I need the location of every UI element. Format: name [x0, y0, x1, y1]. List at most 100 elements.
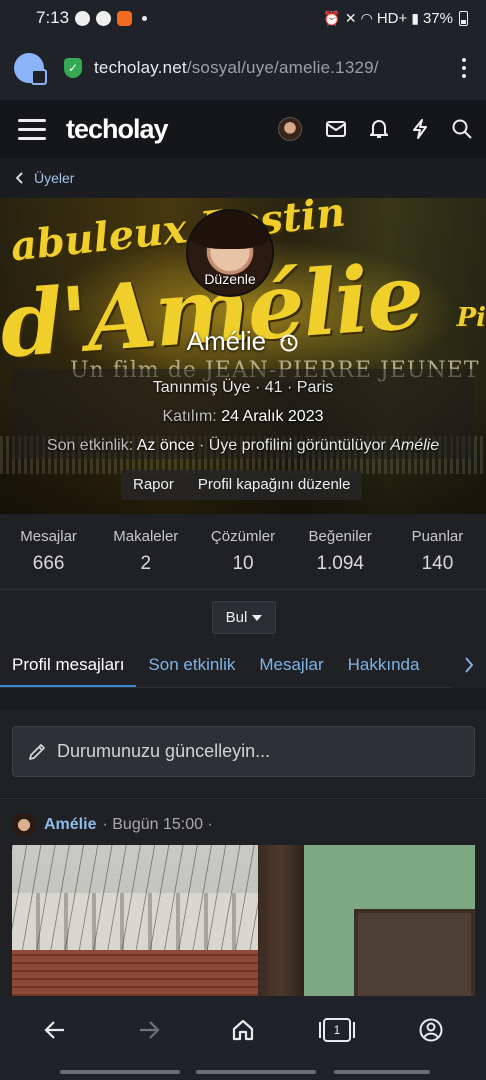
joined-line: Katılım: 24 Aralık 2023: [0, 408, 486, 426]
stat-value: 2: [140, 553, 152, 574]
stat-value: 1.094: [316, 553, 364, 574]
gesture-bar: [60, 1070, 180, 1074]
caret-down-icon: [252, 614, 263, 621]
activity-when: Az önce: [136, 437, 195, 454]
arrow-right-icon: [140, 1021, 160, 1039]
name-history-icon[interactable]: [279, 333, 299, 353]
stat-value: 140: [421, 553, 454, 574]
stat-reactions[interactable]: Beğeniler 1.094: [292, 514, 389, 589]
back-button[interactable]: [35, 1012, 75, 1048]
tab-about[interactable]: Hakkında: [336, 642, 432, 687]
status-placeholder: Durumunuzu güncelleyin...: [57, 741, 271, 761]
alarm-icon: ⏰: [323, 9, 341, 26]
app-notification-icon: [117, 10, 133, 26]
breadcrumb-label: Üyeler: [34, 170, 75, 186]
find-label: Bul: [225, 609, 248, 626]
stat-points[interactable]: Puanlar 140: [389, 514, 486, 589]
site-header: techolay: [0, 100, 486, 158]
whats-new-bolt-icon[interactable]: [412, 119, 428, 139]
activity-target[interactable]: Amélie: [390, 437, 439, 454]
battery-percent: 37%: [422, 9, 453, 27]
notification-icon: [75, 10, 91, 26]
report-button[interactable]: Rapor: [121, 470, 186, 500]
inbox-icon[interactable]: [326, 121, 346, 137]
activity-separator: ·: [194, 437, 209, 454]
chevron-left-icon: [16, 172, 23, 184]
browser-menu-icon[interactable]: [456, 54, 472, 82]
profile-button[interactable]: [411, 1012, 451, 1048]
menu-icon[interactable]: [18, 118, 46, 140]
stat-value: 10: [232, 553, 254, 574]
search-icon[interactable]: [452, 119, 472, 139]
stat-messages[interactable]: Mesajlar 666: [0, 514, 97, 589]
post-time[interactable]: · Bugün 15:00 ·: [102, 816, 212, 834]
tab-profile-posts[interactable]: Profil mesajları: [0, 642, 137, 687]
pencil-icon: [29, 743, 45, 760]
forward-button[interactable]: [129, 1012, 169, 1048]
status-time: 7:13: [36, 8, 70, 27]
status-update-section: Durumunuzu güncelleyin...: [0, 710, 486, 796]
account-avatar[interactable]: [278, 117, 302, 141]
last-activity-line: Son etkinlik: Az önce · Üye profilini gö…: [0, 437, 486, 455]
stat-solutions[interactable]: Çözümler 10: [194, 514, 291, 589]
profile-post: Amélie · Bugün 15:00 ·: [0, 798, 486, 1005]
post-author[interactable]: Amélie: [44, 816, 96, 834]
wifi-icon: ◠: [360, 9, 373, 26]
gesture-bar: [334, 1070, 430, 1074]
gesture-bar: [196, 1070, 316, 1074]
stat-label: Puanlar: [411, 528, 464, 545]
arrow-left-icon: [44, 1021, 64, 1039]
avatar-edit-label[interactable]: Düzenle: [188, 271, 272, 287]
home-icon: [232, 1019, 254, 1041]
battery-icon: [459, 10, 468, 26]
stat-label: Beğeniler: [308, 528, 372, 545]
home-button[interactable]: [223, 1012, 263, 1048]
breadcrumb[interactable]: Üyeler: [0, 158, 486, 198]
edit-cover-button[interactable]: Profil kapağını düzenle: [186, 470, 363, 500]
profile-tabs: Profil mesajları Son etkinlik Mesajlar H…: [0, 642, 486, 688]
browser-url-bar: ✓ techolay.net/sosyal/uye/amelie.1329/: [0, 36, 486, 100]
alerts-bell-icon[interactable]: [370, 119, 388, 139]
profile-cover: abuleux Destin d'Amélie Pi Un film de JE…: [0, 198, 486, 514]
find-button[interactable]: Bul: [212, 601, 276, 634]
cover-actions: Rapor Profil kapağını düzenle: [121, 470, 363, 500]
joined-label: Katılım:: [162, 408, 217, 425]
member-stats: Mesajlar 666 Makaleler 2 Çözümler 10 Beğeni…: [0, 514, 486, 590]
site-logo[interactable]: techolay: [66, 114, 169, 145]
signal-icon: ▮: [411, 9, 419, 26]
member-title-line: Tanınmış Üye · 41 · Paris: [152, 379, 334, 396]
tab-postings[interactable]: Mesajlar: [247, 642, 335, 687]
mute-icon: ✕: [344, 9, 357, 26]
post-header: Amélie · Bugün 15:00 ·: [12, 813, 213, 837]
activity-label: Son etkinlik:: [46, 437, 134, 454]
tabs-scroll-right-icon[interactable]: [452, 642, 486, 688]
tabs-button[interactable]: 1: [317, 1012, 357, 1048]
browser-bottom-nav: 1: [0, 996, 486, 1080]
tab-latest-activity[interactable]: Son etkinlik: [136, 642, 247, 687]
shazam-icon: [96, 10, 112, 26]
stat-articles[interactable]: Makaleler 2: [97, 514, 194, 589]
stat-label: Çözümler: [210, 528, 276, 545]
profile-name-text: Amélie: [186, 326, 267, 356]
stat-label: Mesajlar: [20, 528, 77, 545]
profile-avatar[interactable]: Düzenle: [186, 209, 274, 297]
more-notifications-icon: [142, 15, 148, 21]
stat-value: 666: [32, 553, 65, 574]
url-path: /sosyal/uye/amelie.1329/: [186, 58, 379, 77]
profile-name: Amélie: [0, 326, 486, 357]
joined-value: 24 Aralık 2023: [221, 408, 324, 425]
stat-label: Makaleler: [113, 528, 179, 545]
secure-shield-icon: ✓: [64, 58, 82, 78]
network-type: HD+: [376, 9, 408, 27]
site-info-icon[interactable]: [14, 53, 47, 85]
system-status-bar: 7:13 ⏰ ✕ ◠ HD+ ▮ 37%: [0, 0, 486, 36]
address-field[interactable]: techolay.net/sosyal/uye/amelie.1329/: [94, 58, 379, 78]
account-circle-icon: [419, 1018, 443, 1042]
find-section: Bul: [0, 590, 486, 642]
status-update-input[interactable]: Durumunuzu güncelleyin...: [12, 726, 475, 777]
tab-count-icon: 1: [319, 1018, 355, 1042]
url-host: techolay.net: [94, 58, 187, 77]
post-image[interactable]: [12, 845, 475, 1005]
activity-text: Üye profilini görüntülüyor: [208, 437, 386, 454]
post-author-avatar[interactable]: [12, 813, 36, 837]
